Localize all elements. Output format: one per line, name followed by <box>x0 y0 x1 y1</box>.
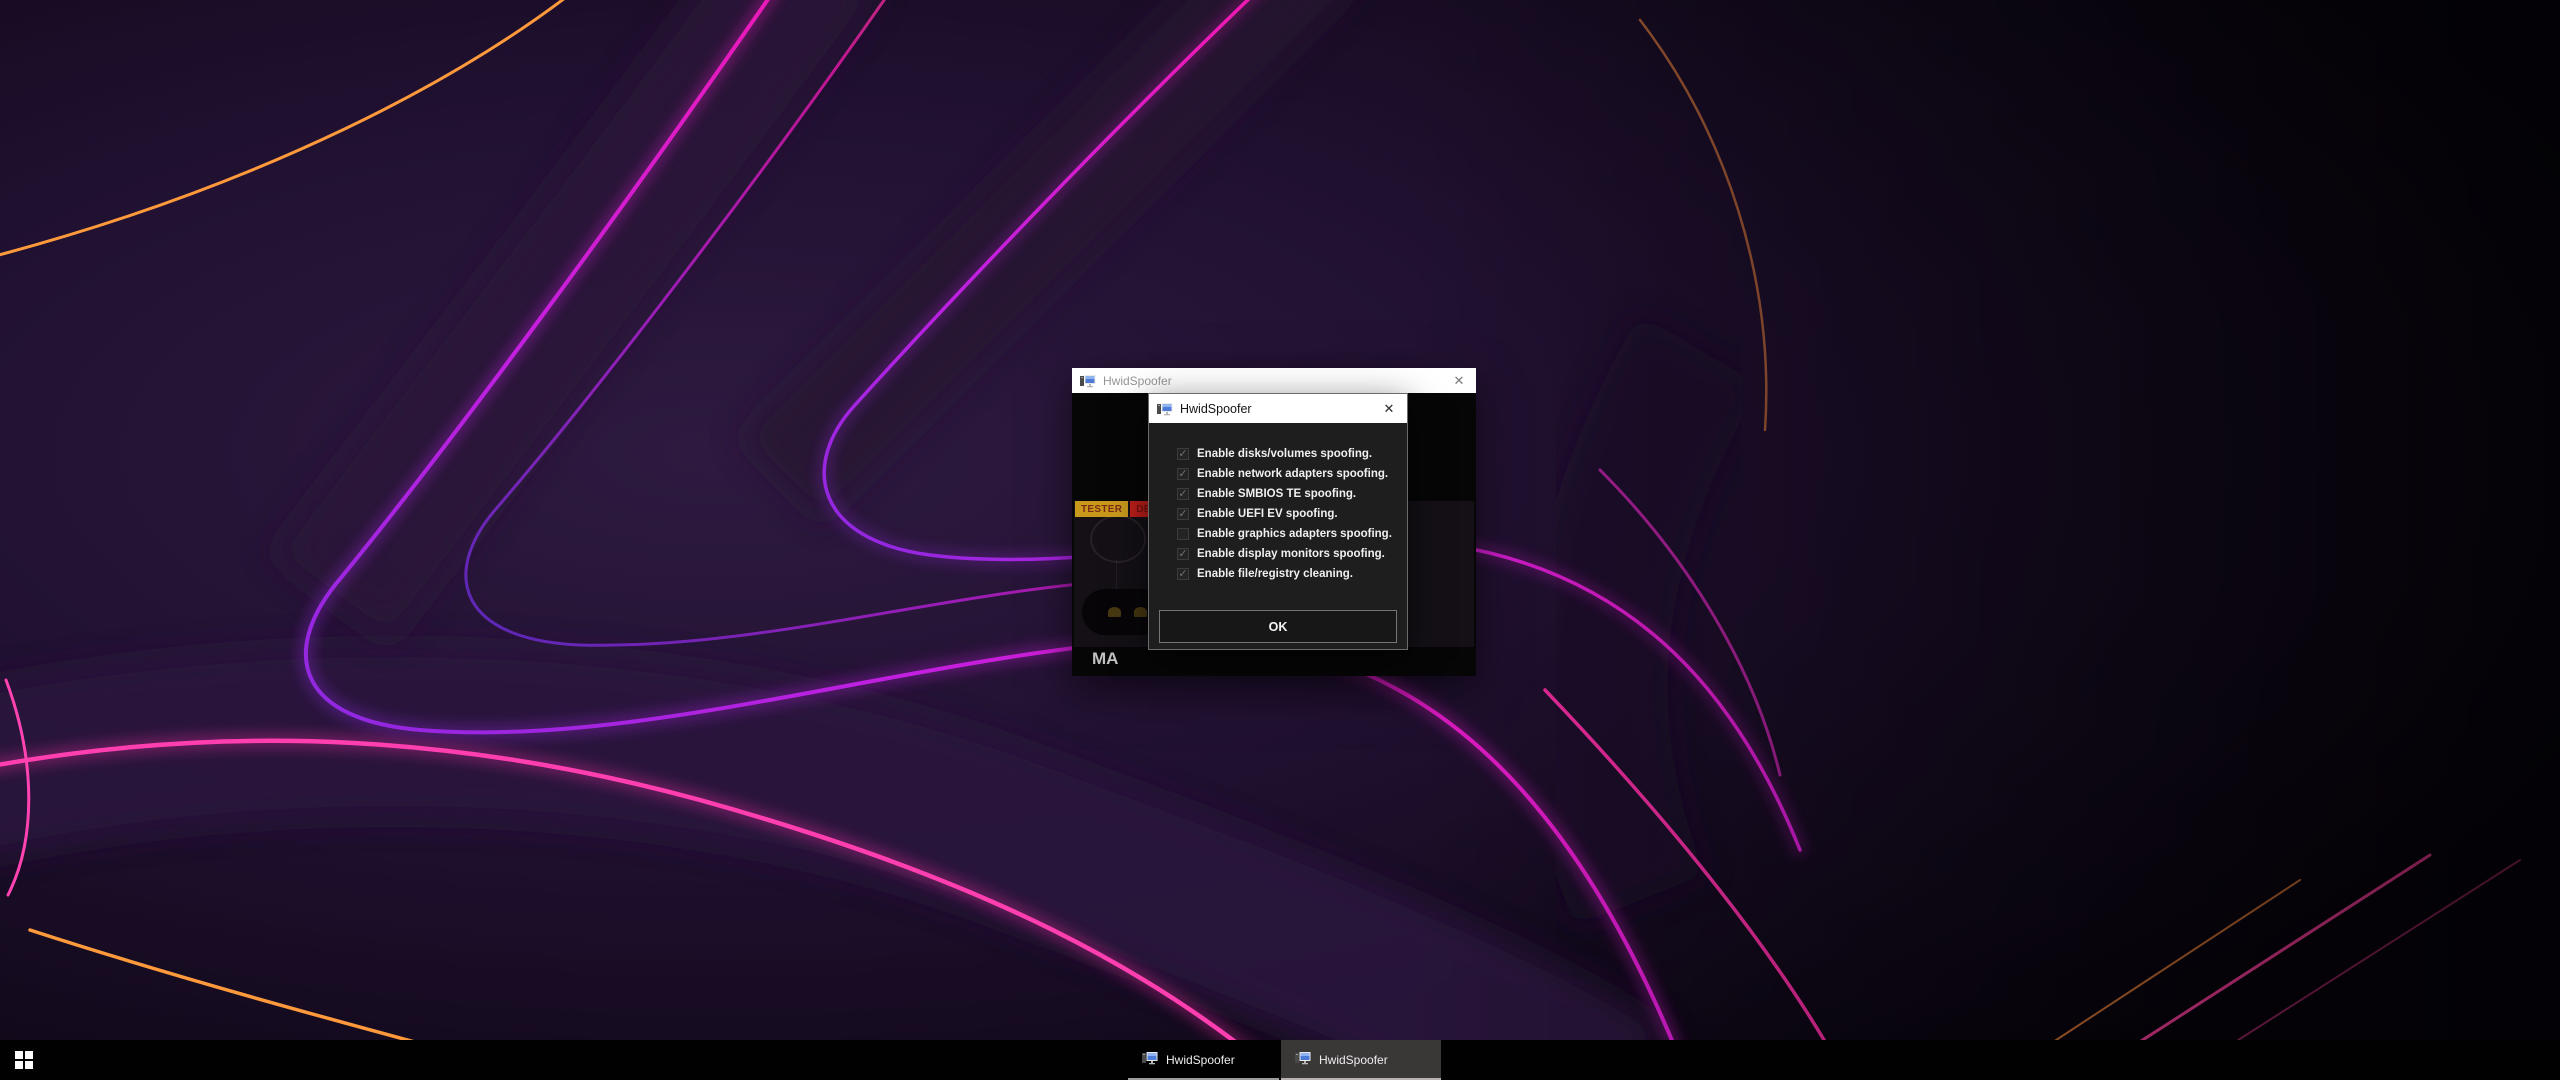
checkbox-option-smbios[interactable]: ✓ Enable SMBIOS TE spoofing. <box>1177 484 1356 504</box>
checkbox[interactable]: ✓ <box>1177 548 1189 560</box>
checkbox-label: Enable network adapters spoofing. <box>1197 468 1388 480</box>
taskbar-button-label: HwidSpoofer <box>1166 1053 1235 1067</box>
checkbox-label: Enable graphics adapters spoofing. <box>1197 528 1392 540</box>
ok-button[interactable]: OK <box>1159 610 1397 643</box>
tester-badge: TESTER <box>1075 501 1128 517</box>
app-icon <box>1157 402 1173 416</box>
checkbox-option-registry[interactable]: ✓ Enable file/registry cleaning. <box>1177 564 1353 584</box>
app-icon <box>1080 374 1096 388</box>
main-window-close-icon[interactable]: ✕ <box>1442 368 1476 393</box>
start-button[interactable] <box>0 1040 48 1080</box>
checkbox-option-graphics[interactable]: Enable graphics adapters spoofing. <box>1177 524 1392 544</box>
taskbar: HwidSpoofer HwidSpoofer <box>0 1040 2560 1080</box>
partial-headline-text: MA <box>1092 649 1118 669</box>
main-window-titlebar[interactable]: HwidSpoofer ✕ <box>1072 368 1476 393</box>
ad-cat-eye <box>1134 607 1147 617</box>
checkbox[interactable]: ✓ <box>1177 448 1189 460</box>
checkbox[interactable]: ✓ <box>1177 508 1189 520</box>
taskbar-button-label: HwidSpoofer <box>1319 1053 1388 1067</box>
checkbox-option-monitors[interactable]: ✓ Enable display monitors spoofing. <box>1177 544 1385 564</box>
windows-logo-icon <box>15 1051 33 1069</box>
ad-cat-eye <box>1108 607 1121 617</box>
app-icon <box>1142 1051 1158 1070</box>
taskbar-button-hwidspoofer[interactable]: HwidSpoofer <box>1128 1040 1279 1080</box>
checkbox[interactable]: ✓ <box>1177 488 1189 500</box>
checkbox-label: Enable SMBIOS TE spoofing. <box>1197 488 1356 500</box>
checkbox-label: Enable UEFI EV spoofing. <box>1197 508 1338 520</box>
ad-balloon-line <box>1116 559 1117 589</box>
taskbar-button-hwidspoofer-active[interactable]: HwidSpoofer <box>1281 1040 1441 1080</box>
dialog-title: HwidSpoofer <box>1180 402 1252 416</box>
checkbox[interactable] <box>1177 528 1189 540</box>
checkbox[interactable]: ✓ <box>1177 468 1189 480</box>
spoofer-options-dialog: HwidSpoofer ✕ ✓ Enable disks/volumes spo… <box>1148 393 1408 650</box>
checkbox-label: Enable disks/volumes spoofing. <box>1197 448 1372 460</box>
checkbox-label: Enable display monitors spoofing. <box>1197 548 1385 560</box>
checkbox-option-network[interactable]: ✓ Enable network adapters spoofing. <box>1177 464 1388 484</box>
dialog-close-icon[interactable]: ✕ <box>1371 394 1407 423</box>
dialog-titlebar[interactable]: HwidSpoofer ✕ <box>1149 394 1407 423</box>
checkbox-label: Enable file/registry cleaning. <box>1197 568 1353 580</box>
main-window-title: HwidSpoofer <box>1103 374 1172 388</box>
desktop: HwidSpoofer ✕ TESTER DEVEL MA MEET 164 K… <box>0 0 2560 1080</box>
ad-balloon-shape <box>1090 515 1146 563</box>
checkbox[interactable]: ✓ <box>1177 568 1189 580</box>
checkbox-option-uefi[interactable]: ✓ Enable UEFI EV spoofing. <box>1177 504 1338 524</box>
app-icon <box>1295 1051 1311 1070</box>
checkbox-option-disks[interactable]: ✓ Enable disks/volumes spoofing. <box>1177 444 1372 464</box>
